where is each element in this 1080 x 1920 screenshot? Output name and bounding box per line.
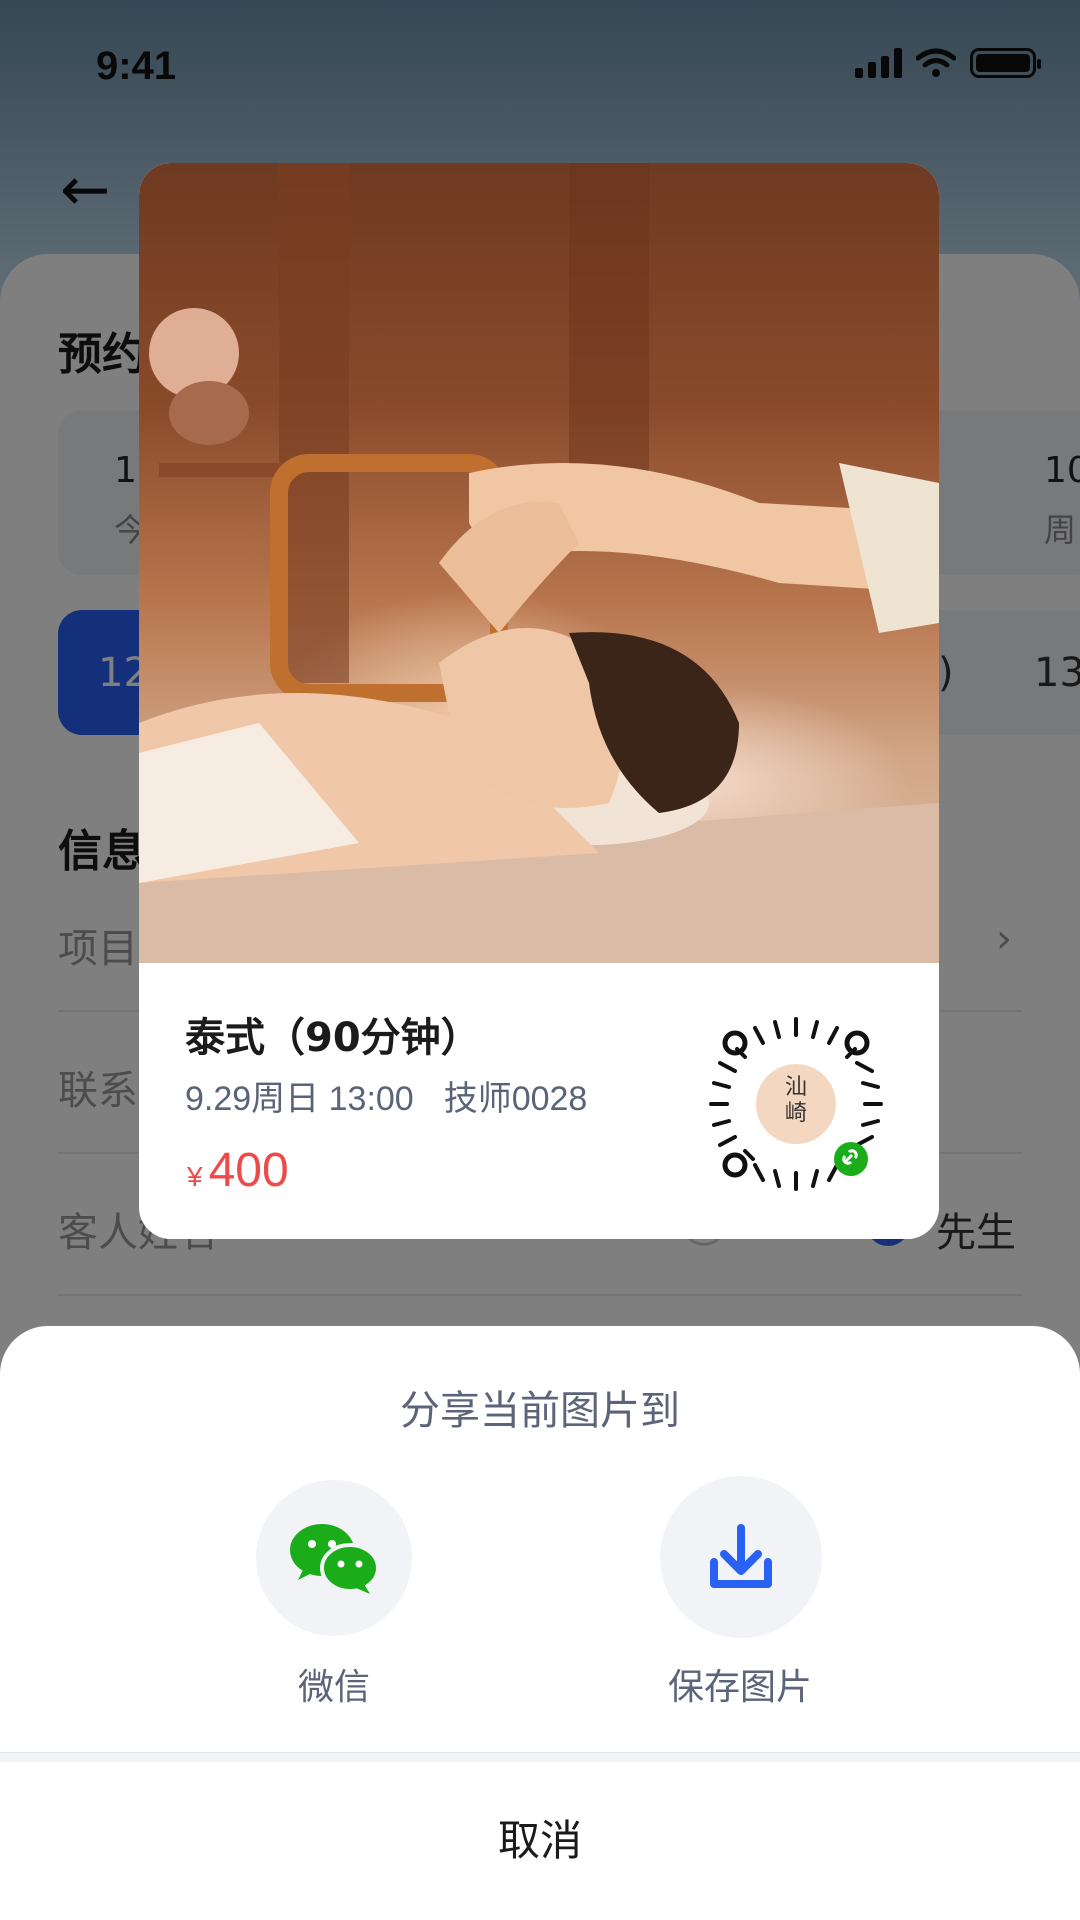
share-wechat-button[interactable]	[256, 1480, 412, 1636]
download-icon	[710, 1524, 772, 1588]
massage-photo	[139, 163, 939, 963]
photo-illustration	[139, 163, 939, 963]
technician-id: 技师0028	[443, 1080, 588, 1118]
sheet-divider	[0, 1752, 1080, 1762]
wechat-icon	[290, 1524, 380, 1594]
service-price: ¥400	[187, 1143, 289, 1198]
save-image-label[interactable]: 保存图片	[620, 1658, 860, 1710]
share-sheet: 分享当前图片到 微信 保存图片 取消	[0, 1326, 1080, 1920]
share-sheet-title: 分享当前图片到	[400, 1388, 680, 1434]
qr-logo-text: 汕 崎	[784, 1075, 807, 1126]
price-value: 400	[208, 1144, 289, 1197]
service-details: 9.29周日 13:00 技师0028	[185, 1071, 587, 1120]
service-title: 泰式（90分钟）	[185, 1015, 481, 1061]
service-datetime: 9.29周日 13:00	[185, 1080, 414, 1118]
currency-symbol: ¥	[187, 1161, 203, 1192]
poster-info: 泰式（90分钟） 9.29周日 13:00 技师0028 ¥400 汕 崎	[139, 963, 939, 1239]
share-poster: 泰式（90分钟） 9.29周日 13:00 技师0028 ¥400 汕 崎	[139, 163, 939, 1239]
share-wechat-label[interactable]: 微信	[214, 1658, 454, 1710]
save-image-button[interactable]	[660, 1476, 822, 1638]
cancel-button[interactable]: 取消	[0, 1762, 1080, 1920]
